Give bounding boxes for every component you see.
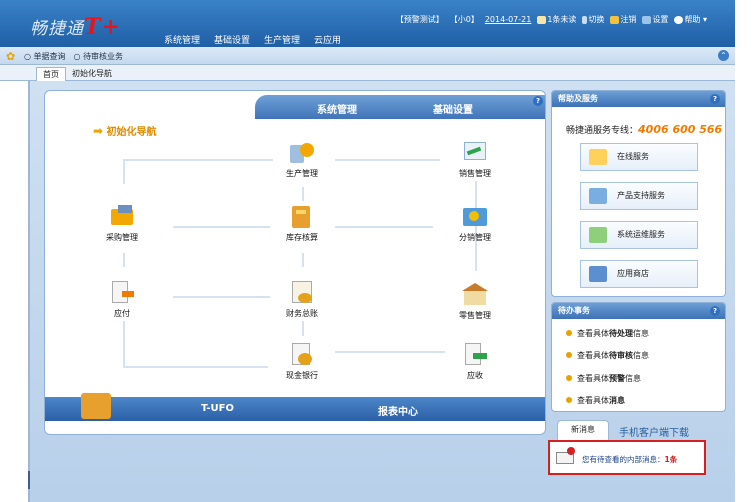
cash-icon	[288, 341, 316, 367]
online-service-button[interactable]: 在线服务	[580, 143, 698, 171]
node-distribution[interactable]: 分销管理	[450, 203, 500, 243]
panel-header: 系统管理 基础设置	[255, 95, 545, 119]
quick-pending-review[interactable]: ○ 待审核业务	[74, 51, 124, 62]
date-link[interactable]: 2014-07-21	[485, 15, 532, 24]
todo-panel: 待办事务? 查看具体待处理信息 查看具体待审核信息 查看具体预警信息 查看具体消…	[551, 302, 726, 412]
todo-review[interactable]: 查看具体待审核信息	[566, 350, 649, 361]
tab-new-message[interactable]: 新消息	[557, 420, 609, 440]
help-service-panel: 帮助及服务? 畅捷通服务专线：4006 600 566 在线服务 产品支持服务 …	[551, 90, 726, 297]
init-nav-panel: 系统管理 基础设置 ? ➡ 初始化导航 生产管理 销售管理 采购管理 库存核算 …	[44, 90, 546, 435]
sales-icon	[461, 139, 489, 165]
receivable-icon	[461, 341, 489, 367]
production-icon	[288, 139, 316, 165]
node-finance[interactable]: 财务总账	[277, 279, 327, 319]
left-bar: ★	[0, 81, 46, 502]
panel-tab-system[interactable]: 系统管理	[317, 101, 357, 116]
hotline-number: 4006 600 566	[638, 123, 723, 136]
inventory-icon	[288, 203, 316, 229]
alert-test-label[interactable]: 【预警测试】	[396, 14, 444, 25]
news-message: 您有待查看的内部消息：1条	[582, 455, 678, 464]
main-menu: 系统管理 基础设置 生产管理 云应用	[164, 33, 341, 46]
hotline: 畅捷通服务专线：4006 600 566	[566, 123, 723, 136]
tab-home[interactable]: 首页	[36, 67, 66, 81]
finance-icon	[288, 279, 316, 305]
menu-system[interactable]: 系统管理	[164, 33, 200, 46]
panel-tab-basic[interactable]: 基础设置	[433, 101, 473, 116]
quick-bar: ✿ ○ 单据查询 ○ 待审核业务 ⌃	[0, 47, 735, 65]
help-button[interactable]: 帮助 ▾	[674, 14, 707, 25]
node-receivable[interactable]: 应收	[450, 341, 500, 381]
title-bar: 畅捷通T+ 系统管理 基础设置 生产管理 云应用 【预警测试】 【小0】 201…	[0, 0, 735, 47]
collapse-icon[interactable]: ⌃	[718, 50, 729, 61]
app-logo: 畅捷通T+	[30, 14, 121, 40]
todo-warning[interactable]: 查看具体预警信息	[566, 373, 641, 384]
switch-button[interactable]: 切换	[582, 14, 604, 25]
node-payable[interactable]: 应付	[97, 279, 147, 319]
ops-icon	[589, 227, 607, 243]
app-store-button[interactable]: 应用商店	[580, 260, 698, 288]
tab-mobile-download[interactable]: 手机客户端下载	[619, 424, 689, 439]
online-service-icon	[589, 149, 607, 165]
report-center-link[interactable]: 报表中心	[378, 403, 418, 418]
tab-bar: 首页 初始化导航	[0, 65, 735, 81]
node-inventory[interactable]: 库存核算	[277, 203, 327, 243]
retail-icon	[461, 281, 489, 307]
product-support-button[interactable]: 产品支持服务	[580, 182, 698, 210]
alert-dot-icon	[567, 447, 575, 455]
bottom-strip: T-UFO 报表中心	[45, 393, 545, 421]
todo-header: 待办事务?	[552, 303, 725, 319]
top-toolbar: 【预警测试】 【小0】 2014-07-21 1条未读 切换 注销 设置 帮助 …	[396, 14, 707, 25]
todo-message[interactable]: 查看具体消息	[566, 395, 625, 406]
switch-icon	[582, 15, 588, 24]
tab-init-nav[interactable]: 初始化导航	[66, 67, 118, 81]
logout-button[interactable]: 注销	[610, 14, 636, 25]
purchase-icon	[108, 203, 136, 229]
node-purchase[interactable]: 采购管理	[97, 203, 147, 243]
node-cash[interactable]: 现金银行	[277, 341, 327, 381]
news-tabs: 新消息 手机客户端下载	[551, 418, 726, 440]
menu-cloud[interactable]: 云应用	[314, 33, 341, 46]
nav-title: ➡ 初始化导航	[93, 124, 157, 138]
payable-icon	[108, 279, 136, 305]
mail-icon	[537, 15, 547, 24]
box-icon	[81, 393, 111, 419]
menu-production[interactable]: 生产管理	[264, 33, 300, 46]
quick-doc-query[interactable]: ○ 单据查询	[24, 51, 66, 62]
node-retail[interactable]: 零售管理	[450, 281, 500, 321]
todo-help-icon[interactable]: ?	[710, 306, 720, 316]
news-alert[interactable]: 您有待查看的内部消息：1条	[548, 440, 706, 475]
todo-pending[interactable]: 查看具体待处理信息	[566, 328, 649, 339]
settings-button[interactable]: 设置	[642, 14, 668, 25]
user-label[interactable]: 【小0】	[450, 14, 479, 25]
panel-help-icon[interactable]: ?	[533, 96, 543, 106]
favorites-icon[interactable]: ✿	[6, 50, 15, 63]
help-service-help-icon[interactable]: ?	[710, 94, 720, 104]
store-icon	[589, 266, 607, 282]
unread-mail[interactable]: 1条未读	[537, 14, 576, 25]
menu-basic[interactable]: 基础设置	[214, 33, 250, 46]
settings-icon	[642, 15, 652, 24]
tufo-link[interactable]: T-UFO	[201, 403, 234, 414]
help-service-header: 帮助及服务?	[552, 91, 725, 107]
help-icon	[674, 15, 684, 24]
node-sales[interactable]: 销售管理	[450, 139, 500, 179]
ops-service-button[interactable]: 系统运维服务	[580, 221, 698, 249]
node-production[interactable]: 生产管理	[277, 139, 327, 179]
arrow-right-icon: ➡	[93, 124, 104, 138]
distribution-icon	[461, 203, 489, 229]
lock-icon	[610, 15, 620, 24]
monitor-icon	[589, 188, 607, 204]
right-margin	[735, 0, 755, 502]
